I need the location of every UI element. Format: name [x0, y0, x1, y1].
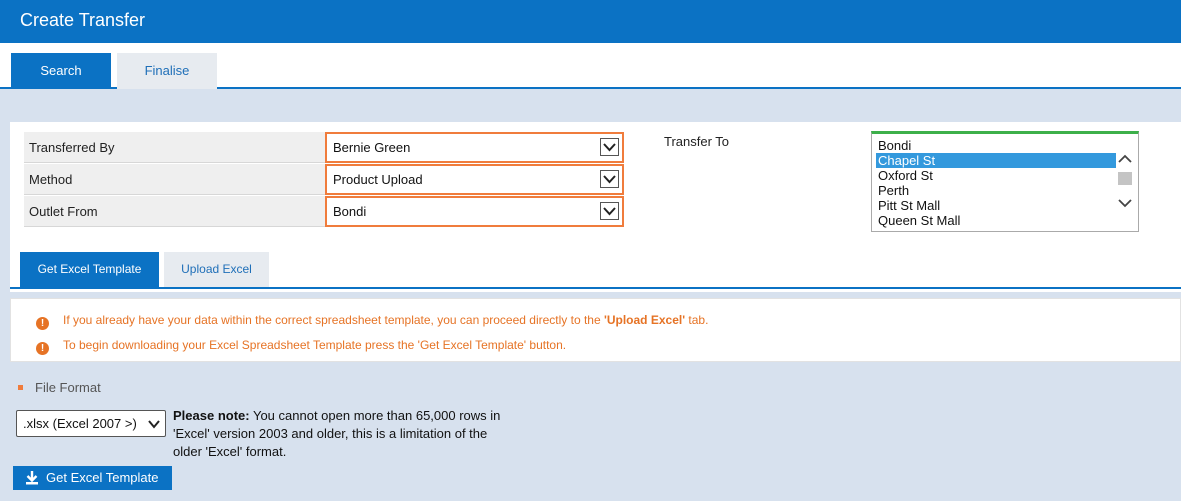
format-note: Please note: You cannot open more than 6… — [173, 407, 513, 461]
transfer-to-label: Transfer To — [664, 134, 730, 149]
list-item[interactable]: Perth — [876, 183, 1116, 198]
info-circle-icon: ! — [36, 317, 49, 330]
notice-link-text: 'Upload Excel' — [603, 313, 686, 327]
tab-search[interactable]: Search — [11, 53, 111, 89]
main-tab-bar: Search Finalise — [0, 43, 1181, 89]
method-row: Method Product Upload — [24, 164, 624, 195]
chevron-down-icon — [148, 420, 160, 429]
chevron-up-icon[interactable] — [1115, 152, 1135, 166]
method-label: Method — [29, 172, 73, 187]
info-circle-icon: ! — [36, 342, 49, 355]
bullet-icon — [18, 385, 23, 390]
tab-upload-excel[interactable]: Upload Excel — [164, 252, 269, 287]
list-item[interactable]: Bondi — [876, 138, 1116, 153]
get-excel-template-button[interactable]: Get Excel Template — [13, 466, 172, 490]
list-item[interactable]: Oxford St — [876, 168, 1116, 183]
chevron-down-icon[interactable] — [600, 138, 619, 156]
transferred-by-select[interactable]: Bernie Green — [325, 132, 624, 163]
notice-line-2: ! To begin downloading your Excel Spreads… — [36, 338, 566, 355]
list-item[interactable]: Pitt St Mall — [876, 198, 1116, 213]
transferred-by-row: Transferred By Bernie Green — [24, 132, 624, 163]
file-format-label: File Format — [35, 380, 101, 395]
transfer-to-listbox[interactable]: Bondi Chapel St Oxford St Perth Pitt St … — [871, 131, 1139, 232]
window-title: Create Transfer — [0, 0, 1181, 43]
transferred-by-value: Bernie Green — [333, 140, 411, 155]
list-item[interactable]: Queen St Mall — [876, 213, 1116, 228]
excel-tab-bar: Get Excel Template Upload Excel — [10, 252, 1181, 289]
file-format-select[interactable]: .xlsx (Excel 2007 >) — [16, 410, 166, 437]
note-heading: Please note: — [173, 408, 250, 423]
get-excel-template-label: Get Excel Template — [46, 470, 159, 485]
method-value: Product Upload — [333, 172, 423, 187]
list-item[interactable]: Chapel St — [876, 153, 1116, 168]
outlet-from-value: Bondi — [333, 204, 367, 219]
notice-line-1: ! If you already have your data within th… — [36, 313, 708, 330]
chevron-down-icon[interactable] — [600, 202, 619, 220]
notice-text: tab. — [685, 313, 709, 327]
chevron-down-icon[interactable] — [600, 170, 619, 188]
method-select[interactable]: Product Upload — [325, 164, 624, 195]
download-icon — [26, 471, 38, 485]
chevron-down-icon[interactable] — [1115, 196, 1135, 210]
tab-finalise[interactable]: Finalise — [117, 53, 217, 89]
transferred-by-label: Transferred By — [29, 140, 115, 155]
file-format-value: .xlsx (Excel 2007 >) — [23, 416, 137, 431]
outlet-from-row: Outlet From Bondi — [24, 196, 624, 227]
tab-get-excel-template[interactable]: Get Excel Template — [20, 252, 159, 287]
outlet-from-select[interactable]: Bondi — [325, 196, 624, 227]
notice-text: To begin downloading your Excel Spreadsh… — [63, 338, 567, 352]
outlet-from-label: Outlet From — [29, 204, 98, 219]
info-notice: ! If you already have your data within th… — [10, 298, 1181, 362]
listbox-scrollbar[interactable] — [1115, 152, 1135, 210]
notice-text: If you already have your data within the… — [63, 313, 604, 327]
scroll-thumb[interactable] — [1118, 172, 1132, 185]
